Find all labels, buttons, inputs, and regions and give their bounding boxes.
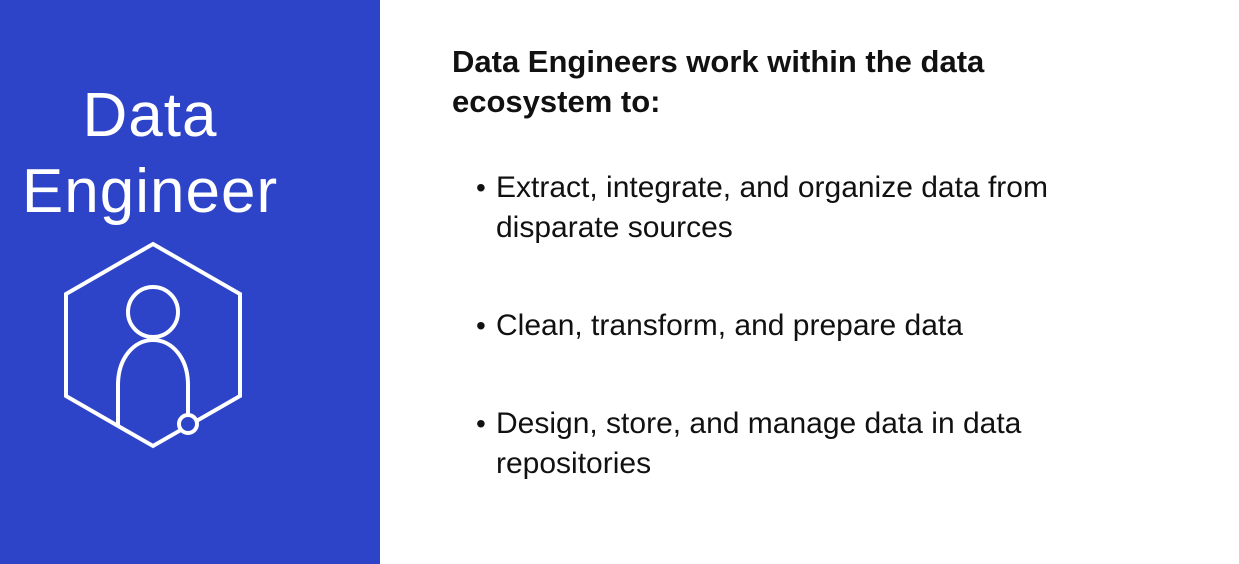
content-heading: Data Engineers work within the data ecos…	[452, 44, 985, 119]
content-panel: Data Engineers work within the data ecos…	[380, 0, 1239, 564]
left-panel: Data Engineer	[0, 0, 380, 564]
page-title: Data Engineer	[0, 78, 300, 230]
bullet-text: Design, store, and manage data in data r…	[496, 407, 1022, 480]
list-item: • Extract, integrate, and organize data …	[476, 168, 1096, 248]
bullet-text: Clean, transform, and prepare data	[496, 309, 963, 342]
bullet-icon: •	[476, 408, 486, 439]
bullet-text: Extract, integrate, and organize data fr…	[496, 171, 1048, 244]
slide: Data Engineer Data Engineers work within…	[0, 0, 1239, 564]
bullet-icon: •	[476, 310, 486, 341]
user-hexagon-icon	[60, 238, 246, 450]
bullet-list: • Extract, integrate, and organize data …	[476, 168, 1096, 542]
page-title-line-1: Data	[82, 80, 218, 150]
list-item: • Clean, transform, and prepare data	[476, 306, 1096, 346]
list-item: • Design, store, and manage data in data…	[476, 404, 1096, 484]
page-title-line-2: Engineer	[21, 156, 279, 226]
bullet-icon: •	[476, 172, 486, 203]
